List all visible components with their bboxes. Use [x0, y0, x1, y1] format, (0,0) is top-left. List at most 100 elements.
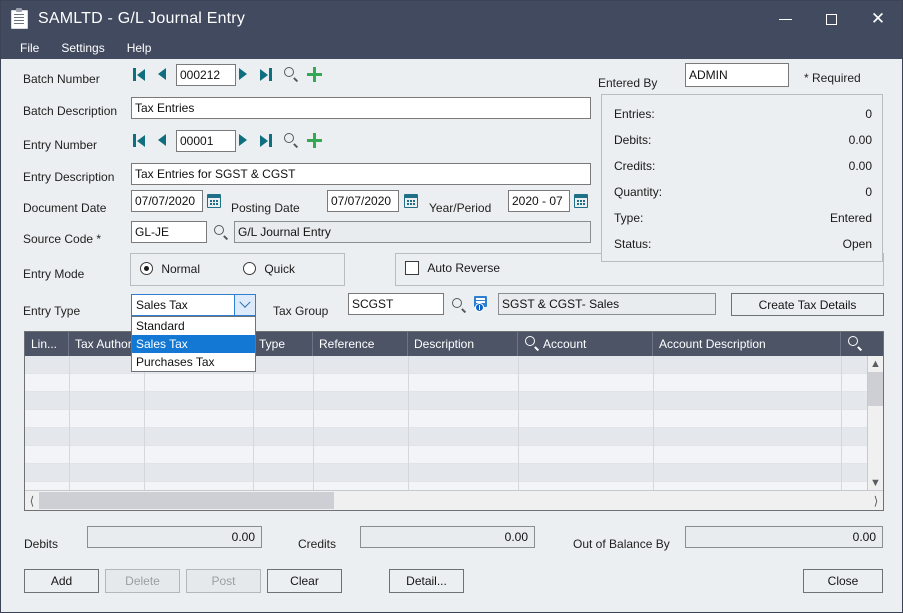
- radio-normal[interactable]: Normal: [140, 262, 200, 276]
- info-value: Open: [842, 237, 872, 251]
- entry-description-label: Entry Description: [23, 170, 115, 184]
- entry-nav-first[interactable]: [133, 134, 145, 147]
- entry-nav-next[interactable]: [239, 134, 247, 146]
- info-value: Entered: [829, 211, 872, 225]
- clear-button[interactable]: Clear: [267, 569, 342, 593]
- scroll-up-icon[interactable]: ▲: [868, 356, 883, 372]
- entry-type-value: Sales Tax: [136, 298, 188, 312]
- debits-total-label: Debits: [24, 537, 59, 551]
- menu-settings[interactable]: Settings: [50, 39, 115, 57]
- post-button: Post: [186, 569, 261, 593]
- entry-description-input[interactable]: [131, 163, 591, 185]
- grid-col-reference[interactable]: Reference: [313, 332, 408, 356]
- source-code-input[interactable]: [131, 221, 207, 243]
- source-code-label: Source Code *: [23, 232, 102, 246]
- batch-description-label: Batch Description: [23, 104, 118, 118]
- info-value: 0.00: [848, 159, 872, 173]
- search-icon: [847, 335, 863, 351]
- source-code-description: G/L Journal Entry: [234, 221, 591, 243]
- entry-nav-prev[interactable]: [158, 134, 166, 146]
- grid-col-line[interactable]: Lin...: [25, 332, 69, 356]
- document-date-calendar-button[interactable]: [207, 194, 221, 211]
- batch-nav-last[interactable]: [260, 68, 272, 81]
- application-window: SAMLTD - G/L Journal Entry ✕ File Settin…: [0, 0, 903, 613]
- table-row[interactable]: [25, 410, 868, 428]
- posting-date-input[interactable]: [327, 190, 399, 212]
- plus-icon: [307, 133, 322, 148]
- first-arrow-icon: [137, 134, 145, 147]
- next-arrow-icon: [239, 134, 247, 146]
- entry-type-label: Entry Type: [23, 304, 81, 318]
- year-period-calendar-button[interactable]: [574, 194, 588, 211]
- close-button[interactable]: ✕: [854, 1, 902, 37]
- entry-type-combo[interactable]: Sales Tax: [131, 294, 256, 316]
- batch-nav-next[interactable]: [239, 68, 247, 80]
- auto-reverse-checkbox[interactable]: Auto Reverse: [405, 261, 500, 275]
- year-period-input[interactable]: [508, 190, 570, 212]
- tax-group-info-button[interactable]: [473, 296, 488, 315]
- entry-mode-label: Entry Mode: [23, 267, 85, 281]
- entry-type-option-sales-tax[interactable]: Sales Tax: [132, 335, 255, 353]
- grid-horizontal-scrollbar[interactable]: ⟨ ⟩: [25, 490, 883, 510]
- scroll-left-icon[interactable]: ⟨: [25, 491, 39, 510]
- detail-button[interactable]: Detail...: [389, 569, 464, 593]
- batch-number-new-button[interactable]: [307, 67, 322, 85]
- grid-vertical-scrollbar[interactable]: ▲ ▼: [867, 356, 883, 491]
- entry-number-finder-button[interactable]: [283, 132, 299, 151]
- entry-number-new-button[interactable]: [307, 133, 322, 151]
- table-row[interactable]: [25, 446, 868, 464]
- document-date-input[interactable]: [131, 190, 203, 212]
- source-code-finder-button[interactable]: [213, 224, 229, 243]
- table-row[interactable]: [25, 392, 868, 410]
- grid-col-extra[interactable]: [841, 332, 869, 356]
- calendar-icon: [207, 194, 221, 208]
- menu-help[interactable]: Help: [116, 39, 163, 57]
- table-row[interactable]: [25, 464, 868, 482]
- info-key: Debits:: [614, 133, 652, 147]
- grid-col-type[interactable]: Type: [253, 332, 313, 356]
- minimize-button[interactable]: [762, 1, 808, 37]
- radio-quick[interactable]: Quick: [243, 262, 295, 276]
- horizontal-scroll-thumb[interactable]: [39, 492, 334, 509]
- window-title: SAMLTD - G/L Journal Entry: [38, 10, 246, 27]
- close-form-button[interactable]: Close: [803, 569, 883, 593]
- vertical-scroll-thumb[interactable]: [868, 372, 883, 406]
- create-tax-details-button[interactable]: Create Tax Details: [731, 293, 884, 316]
- tax-group-finder-button[interactable]: [451, 297, 467, 316]
- batch-nav-prev[interactable]: [158, 68, 166, 80]
- grid-col-description[interactable]: Description: [408, 332, 518, 356]
- entry-type-option-standard[interactable]: Standard: [132, 317, 255, 335]
- grid-rows[interactable]: [25, 356, 868, 491]
- maximize-button[interactable]: [808, 1, 854, 37]
- info-value: 0: [865, 185, 872, 199]
- batch-number-finder-button[interactable]: [283, 66, 299, 85]
- entry-type-dropdown-list[interactable]: Standard Sales Tax Purchases Tax: [131, 316, 256, 372]
- menu-file[interactable]: File: [9, 39, 50, 57]
- posting-date-calendar-button[interactable]: [404, 194, 418, 211]
- credits-total-value: 0.00: [360, 526, 535, 548]
- batch-nav-first[interactable]: [133, 68, 145, 81]
- info-key: Quantity:: [614, 185, 663, 199]
- entry-type-option-purchases-tax[interactable]: Purchases Tax: [132, 353, 255, 371]
- info-key: Type:: [614, 211, 644, 225]
- radio-normal-label: Normal: [161, 262, 201, 276]
- scroll-right-icon[interactable]: ⟩: [869, 491, 883, 510]
- entry-number-input[interactable]: [176, 130, 236, 152]
- batch-number-input[interactable]: [176, 64, 236, 86]
- batch-description-input[interactable]: [131, 97, 591, 119]
- entry-nav-last[interactable]: [260, 134, 272, 147]
- table-row[interactable]: [25, 428, 868, 446]
- grid-col-account-label: Account: [543, 337, 587, 351]
- tax-group-input[interactable]: [348, 293, 444, 315]
- grid-col-account[interactable]: Account: [518, 332, 653, 356]
- add-button[interactable]: Add: [24, 569, 99, 593]
- scroll-down-icon[interactable]: ▼: [868, 475, 883, 491]
- window-controls: ✕: [762, 1, 902, 37]
- year-period-label: Year/Period: [429, 201, 492, 215]
- table-row[interactable]: [25, 374, 868, 392]
- entered-by-input[interactable]: [685, 63, 789, 87]
- last-arrow-icon: [260, 134, 268, 147]
- grid-col-account-description[interactable]: Account Description: [653, 332, 841, 356]
- info-row-credits: Credits: 0.00: [602, 159, 882, 179]
- entry-type-dropdown-button[interactable]: [234, 295, 255, 315]
